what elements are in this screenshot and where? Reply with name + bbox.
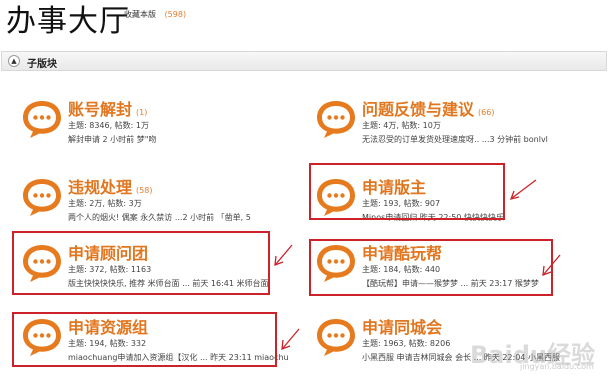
board-feedback[interactable]: 问题反馈与建议 (66) 主题: 4万, 帖数: 10万 无法忍受的订单发货处理速… bbox=[312, 92, 602, 160]
highlight-box bbox=[12, 231, 270, 295]
board-title[interactable]: 问题反馈与建议 (66) bbox=[362, 96, 494, 120]
board-stats: 主题: 4万, 帖数: 10万 bbox=[362, 121, 441, 130]
board-name[interactable]: 账号解封 bbox=[68, 100, 132, 119]
favorite-count: (598) bbox=[164, 10, 187, 19]
highlight-box bbox=[309, 239, 553, 296]
board-name[interactable]: 申请同城会 bbox=[362, 318, 442, 337]
chat-bubble-icon[interactable] bbox=[314, 316, 358, 358]
board-name[interactable]: 违规处理 bbox=[68, 178, 132, 197]
favorite-link[interactable]: 收藏本版 (598) bbox=[124, 9, 186, 20]
board-stats: 主题: 2万, 帖数: 3万 bbox=[68, 199, 142, 208]
board-last-post[interactable]: 两个人的烟火! 偶案 永久禁访 ...2 小时前 「凿单, 5 bbox=[68, 212, 283, 223]
chat-bubble-icon[interactable] bbox=[20, 176, 64, 218]
arrow-icon bbox=[542, 254, 561, 276]
board-title[interactable]: 申请同城会 bbox=[362, 314, 446, 338]
arrow-icon bbox=[274, 244, 293, 266]
arrow-icon bbox=[509, 179, 537, 200]
board-new-count: (1) bbox=[136, 108, 148, 117]
board-new-count: (66) bbox=[478, 108, 495, 117]
board-account-unban[interactable]: 账号解封 (1) 主题: 8346, 帖数: 1万 解封申请 2 小时前 梦"吻 bbox=[18, 92, 283, 160]
favorite-label[interactable]: 收藏本版 bbox=[124, 10, 156, 19]
highlight-box bbox=[309, 163, 505, 220]
board-title[interactable]: 账号解封 (1) bbox=[68, 96, 147, 120]
board-last-post[interactable]: 解封申请 2 小时前 梦"吻 bbox=[68, 134, 283, 145]
subforum-section-header: ▲ 子版块 bbox=[1, 51, 607, 71]
collapse-icon[interactable]: ▲ bbox=[8, 55, 20, 67]
board-violations[interactable]: 违规处理 (58) 主题: 2万, 帖数: 3万 两个人的烟火! 偶案 永久禁访 … bbox=[18, 170, 283, 238]
chat-bubble-icon[interactable] bbox=[20, 98, 64, 140]
highlight-box bbox=[12, 312, 277, 367]
page-title: 办事大厅 bbox=[6, 4, 130, 39]
section-title: 子版块 bbox=[27, 59, 57, 70]
board-new-count: (58) bbox=[136, 186, 153, 195]
board-name[interactable]: 问题反馈与建议 bbox=[362, 100, 474, 119]
arrow-icon bbox=[281, 328, 300, 350]
watermark-url: jingyan.baidu.com bbox=[520, 362, 594, 371]
board-title[interactable]: 违规处理 (58) bbox=[68, 174, 152, 198]
board-stats: 主题: 1963, 帖数: 8206 bbox=[362, 339, 451, 348]
board-last-post[interactable]: 无法忍受的订单发货处理速度呀‥ ...3 分钟前 bonlvl bbox=[362, 134, 602, 145]
board-stats: 主题: 8346, 帖数: 1万 bbox=[68, 121, 150, 130]
chat-bubble-icon[interactable] bbox=[314, 98, 358, 140]
